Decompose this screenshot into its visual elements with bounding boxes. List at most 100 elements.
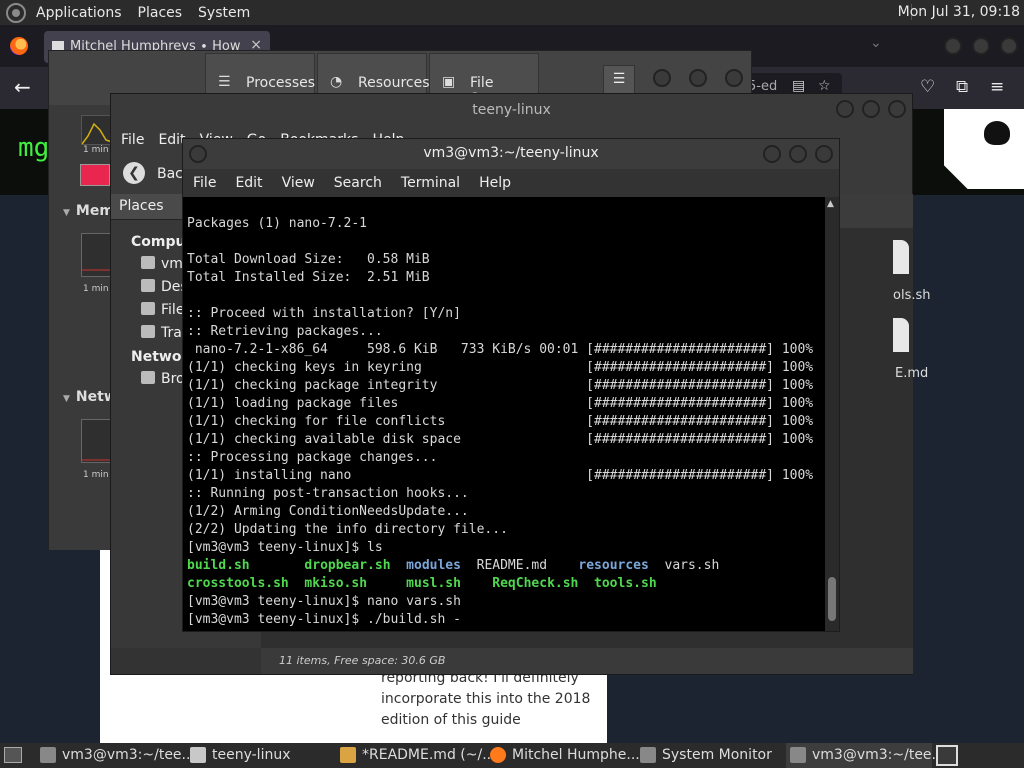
terminal-output[interactable]: Packages (1) nano-7.2-1 Total Download Si… — [183, 197, 827, 631]
maximize-button[interactable] — [689, 69, 707, 87]
url-text: 5-ed — [748, 79, 778, 94]
sidebar-item-trash[interactable]: Tra — [141, 325, 182, 341]
ls-entry: tools.sh — [594, 576, 657, 591]
terminal-line: :: Processing package changes... — [187, 450, 438, 465]
ls-entry: modules — [406, 558, 461, 573]
sidebar-item-desktop[interactable]: Des — [141, 279, 188, 295]
ls-entry: dropbear.sh — [304, 558, 391, 573]
close-button[interactable] — [815, 145, 833, 163]
menu-file[interactable]: File — [193, 175, 216, 191]
menu-applications[interactable]: Applications — [28, 5, 130, 21]
terminal-line: [vm3@vm3 teeny-linux]$ ls — [187, 540, 383, 555]
list-icon: ☰ — [218, 74, 231, 90]
maximize-button[interactable] — [862, 100, 880, 118]
menu-terminal[interactable]: Terminal — [401, 175, 460, 191]
scrollbar-thumb[interactable] — [828, 577, 836, 621]
network-section-label[interactable]: ▼ Netw — [63, 389, 117, 405]
github-octocat-icon — [984, 121, 1010, 145]
show-desktop-button[interactable] — [4, 747, 22, 763]
task-firefox[interactable]: Mitchel Humphe... — [486, 743, 640, 768]
file-readme-md[interactable]: E.md — [831, 318, 928, 381]
menu-help[interactable]: Help — [479, 175, 511, 191]
menu-places[interactable]: Places — [130, 5, 191, 21]
minimize-button[interactable] — [836, 100, 854, 118]
menu-view[interactable]: View — [282, 175, 315, 191]
status-bar: 11 items, Free space: 30.6 GB — [261, 648, 913, 674]
task-file-manager[interactable]: teeny-linux — [186, 743, 332, 768]
file-icon — [893, 318, 909, 352]
task-system-monitor[interactable]: System Monitor — [636, 743, 784, 768]
distro-logo-icon[interactable] — [6, 2, 26, 23]
top-panel: Applications Places System Mon Jul 31, 0… — [0, 0, 1024, 25]
close-button[interactable] — [888, 100, 906, 118]
maximize-button[interactable] — [789, 145, 807, 163]
ls-entry: README.md — [476, 558, 548, 573]
minimize-button[interactable] — [944, 37, 962, 55]
file-manager-titlebar[interactable]: teeny-linux — [111, 94, 912, 126]
chevron-down-icon[interactable]: ⌄ — [870, 35, 882, 51]
pocket-icon[interactable]: ♡ — [920, 77, 935, 97]
desktop-folder-icon — [141, 279, 155, 292]
task-label: teeny-linux — [212, 747, 291, 763]
github-corner[interactable] — [944, 109, 1024, 189]
sidebar-item-label: File — [161, 302, 185, 318]
menu-system[interactable]: System — [190, 5, 258, 21]
memory-graph — [81, 233, 112, 277]
trash-icon — [141, 325, 155, 338]
terminal-icon — [40, 747, 56, 763]
close-button[interactable] — [1000, 37, 1018, 55]
home-folder-icon — [141, 256, 155, 269]
menu-edit[interactable]: Edit — [235, 175, 262, 191]
minimize-button[interactable] — [653, 69, 671, 87]
hamburger-menu-button[interactable]: ☰ — [603, 65, 635, 95]
bookmark-star-icon[interactable]: ☆ — [818, 78, 831, 94]
terminal-titlebar[interactable]: vm3@vm3:~/teeny-linux — [183, 139, 839, 169]
back-arrow-icon[interactable]: ← — [14, 75, 31, 99]
scroll-up-icon[interactable]: ▲ — [827, 199, 834, 209]
extensions-icon[interactable]: ⧉ — [956, 77, 968, 97]
task-label: *README.md (~/... — [362, 747, 496, 763]
workspace-switcher[interactable] — [936, 745, 958, 766]
sidebar-item-filesystem[interactable]: File — [141, 302, 184, 318]
cpu-color-swatch[interactable] — [80, 164, 110, 186]
ls-output-row: build.sh dropbear.sh modules README.md r… — [187, 557, 827, 575]
terminal-line: :: Running post-transaction hooks... — [187, 486, 469, 501]
terminal-line: Packages (1) nano-7.2-1 — [187, 216, 368, 231]
menu-search[interactable]: Search — [334, 175, 382, 191]
menu-file[interactable]: File — [121, 132, 144, 148]
close-button[interactable] — [725, 69, 743, 87]
terminal-line: :: Retrieving packages... — [187, 324, 383, 339]
site-logo[interactable]: mg — [18, 133, 49, 163]
terminal-line: (2/2) Updating the info directory file..… — [187, 522, 508, 537]
terminal-line: [vm3@vm3 teeny-linux]$ nano vars.sh — [187, 594, 461, 609]
minimize-button[interactable] — [763, 145, 781, 163]
cpu-graph-line — [81, 122, 113, 145]
terminal-line: (1/1) checking package integrity [######… — [187, 378, 814, 393]
task-terminal-2[interactable]: vm3@vm3:~/tee... — [786, 743, 945, 768]
resources-panel: 1 min ▼ Memo 1 min ▼ Netw 1 min — [49, 105, 124, 550]
terminal-line: Total Installed Size: 2.51 MiB — [187, 270, 430, 285]
cpu-graph — [81, 115, 113, 145]
reader-view-icon[interactable]: ▤ — [792, 78, 805, 94]
hamburger-menu-icon[interactable]: ≡ — [990, 77, 1004, 97]
terminal-scrollbar[interactable]: ▲ — [825, 197, 839, 631]
sidebar-item-label: Tra — [161, 325, 182, 341]
ls-output-row: crosstools.sh mkiso.sh musl.sh ReqCheck.… — [187, 575, 827, 593]
network-graph — [81, 419, 112, 463]
window-menu-button[interactable] — [189, 145, 207, 163]
terminal-line: :: Proceed with installation? [Y/n] — [187, 306, 461, 321]
clock[interactable]: Mon Jul 31, 09:18 — [898, 4, 1020, 20]
ls-entry: resources — [578, 558, 649, 573]
drive-icon — [141, 302, 155, 315]
maximize-button[interactable] — [972, 37, 990, 55]
sidebar-item-browse-network[interactable]: Bro — [141, 371, 185, 387]
file-tools-sh[interactable]: ols.sh — [831, 240, 930, 303]
terminal-icon — [790, 747, 806, 763]
back-arrow-icon[interactable]: ❮ — [123, 162, 145, 184]
terminal-line: (1/2) Arming ConditionNeedsUpdate... — [187, 504, 469, 519]
terminal-line: nano-7.2-1-x86_64 598.6 KiB 733 KiB/s 00… — [187, 342, 814, 357]
gauge-icon: ◔ — [330, 74, 343, 90]
task-text-editor[interactable]: *README.md (~/... — [336, 743, 496, 768]
task-terminal-1[interactable]: vm3@vm3:~/tee... — [36, 743, 195, 768]
